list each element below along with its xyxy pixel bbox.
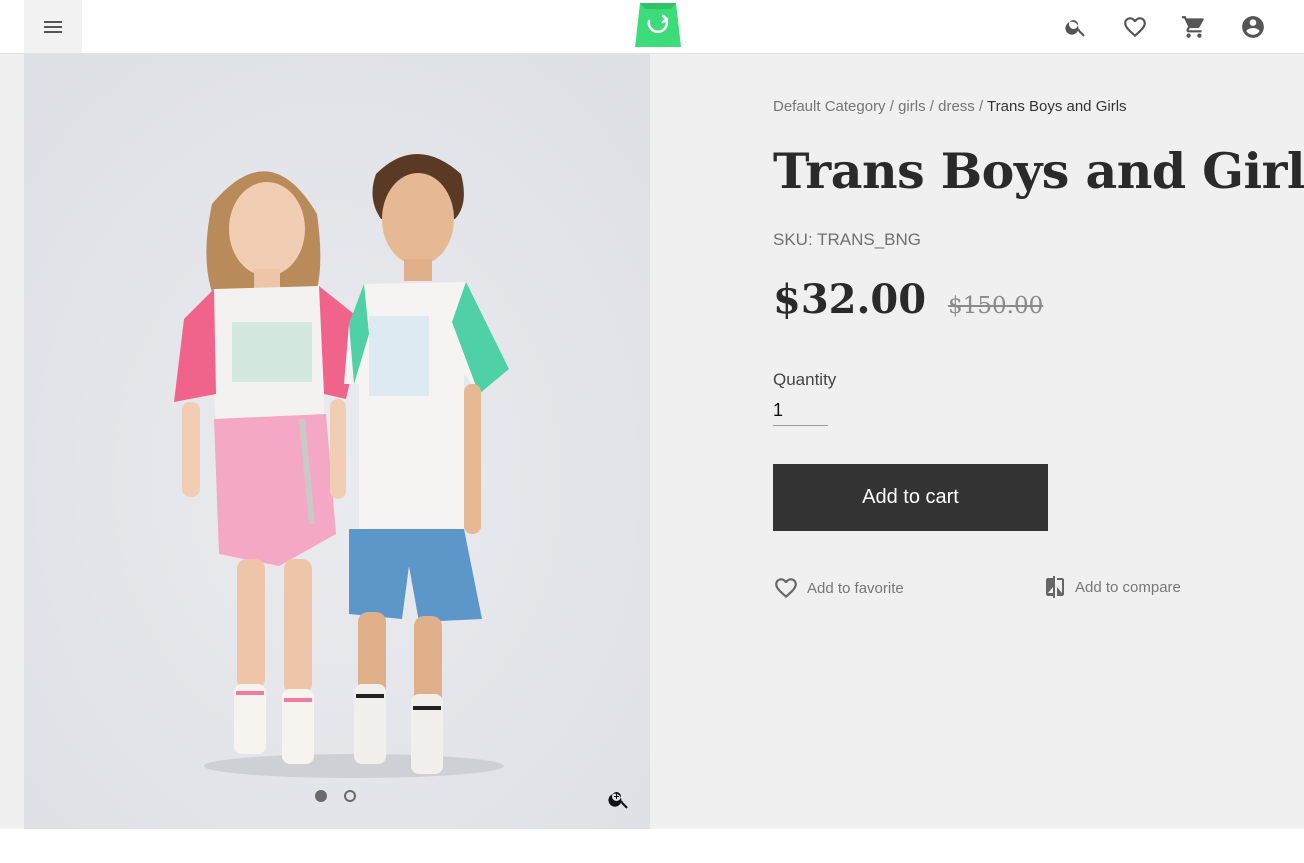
- price-row: $32.00 $150.00: [773, 276, 1043, 323]
- breadcrumb-separator: /: [885, 98, 899, 115]
- gallery-pagination: [315, 790, 356, 802]
- account-button[interactable]: [1223, 0, 1282, 53]
- favorites-button[interactable]: [1105, 0, 1164, 53]
- add-to-cart-button[interactable]: Add to cart: [773, 464, 1048, 531]
- heart-icon: [1123, 16, 1146, 37]
- menu-button[interactable]: [24, 0, 82, 53]
- product-old-price: $150.00: [948, 293, 1044, 319]
- hamburger-menu-icon: [44, 20, 62, 33]
- cart-icon: [1181, 15, 1204, 38]
- breadcrumb: Default Category / girls / dress / Trans…: [773, 98, 1127, 115]
- gallery-dot-2[interactable]: [344, 790, 356, 802]
- store-logo[interactable]: [634, 1, 682, 48]
- breadcrumb-current: Trans Boys and Girls: [987, 98, 1127, 115]
- product-sku: SKU: TRANS_BNG: [773, 230, 922, 249]
- add-to-favorite-link[interactable]: Add to favorite: [773, 575, 904, 601]
- zoom-button[interactable]: [607, 787, 631, 811]
- search-icon: [1064, 19, 1085, 37]
- breadcrumb-link[interactable]: girls: [898, 98, 926, 115]
- quantity-input[interactable]: [773, 396, 828, 426]
- gallery-dot-1[interactable]: [315, 790, 327, 802]
- product-page: Default Category / girls / dress / Trans…: [0, 54, 1304, 829]
- product-gallery[interactable]: [24, 54, 650, 829]
- compare-icon: [1046, 576, 1064, 598]
- product-image: [24, 54, 650, 829]
- add-to-compare-label: Add to compare: [1075, 578, 1181, 596]
- search-button[interactable]: [1046, 0, 1105, 53]
- account-icon: [1241, 15, 1264, 38]
- add-to-compare-link[interactable]: Add to compare: [1043, 575, 1181, 599]
- add-to-favorite-label: Add to favorite: [807, 579, 904, 597]
- product-title: Trans Boys and Girls: [773, 142, 1304, 200]
- breadcrumb-link[interactable]: Default Category: [773, 98, 886, 115]
- quantity-label: Quantity: [773, 370, 837, 389]
- breadcrumb-separator: /: [974, 98, 988, 115]
- breadcrumb-link[interactable]: dress: [938, 98, 975, 115]
- heart-outline-icon: [775, 578, 797, 599]
- zoom-in-icon: [608, 792, 628, 809]
- cart-button[interactable]: [1164, 0, 1223, 53]
- breadcrumb-separator: /: [925, 98, 939, 115]
- shopping-bag-logo: [635, 3, 681, 47]
- header-icon-bar: [1046, 0, 1282, 53]
- top-header: [0, 0, 1304, 54]
- product-price: $32.00: [773, 276, 927, 323]
